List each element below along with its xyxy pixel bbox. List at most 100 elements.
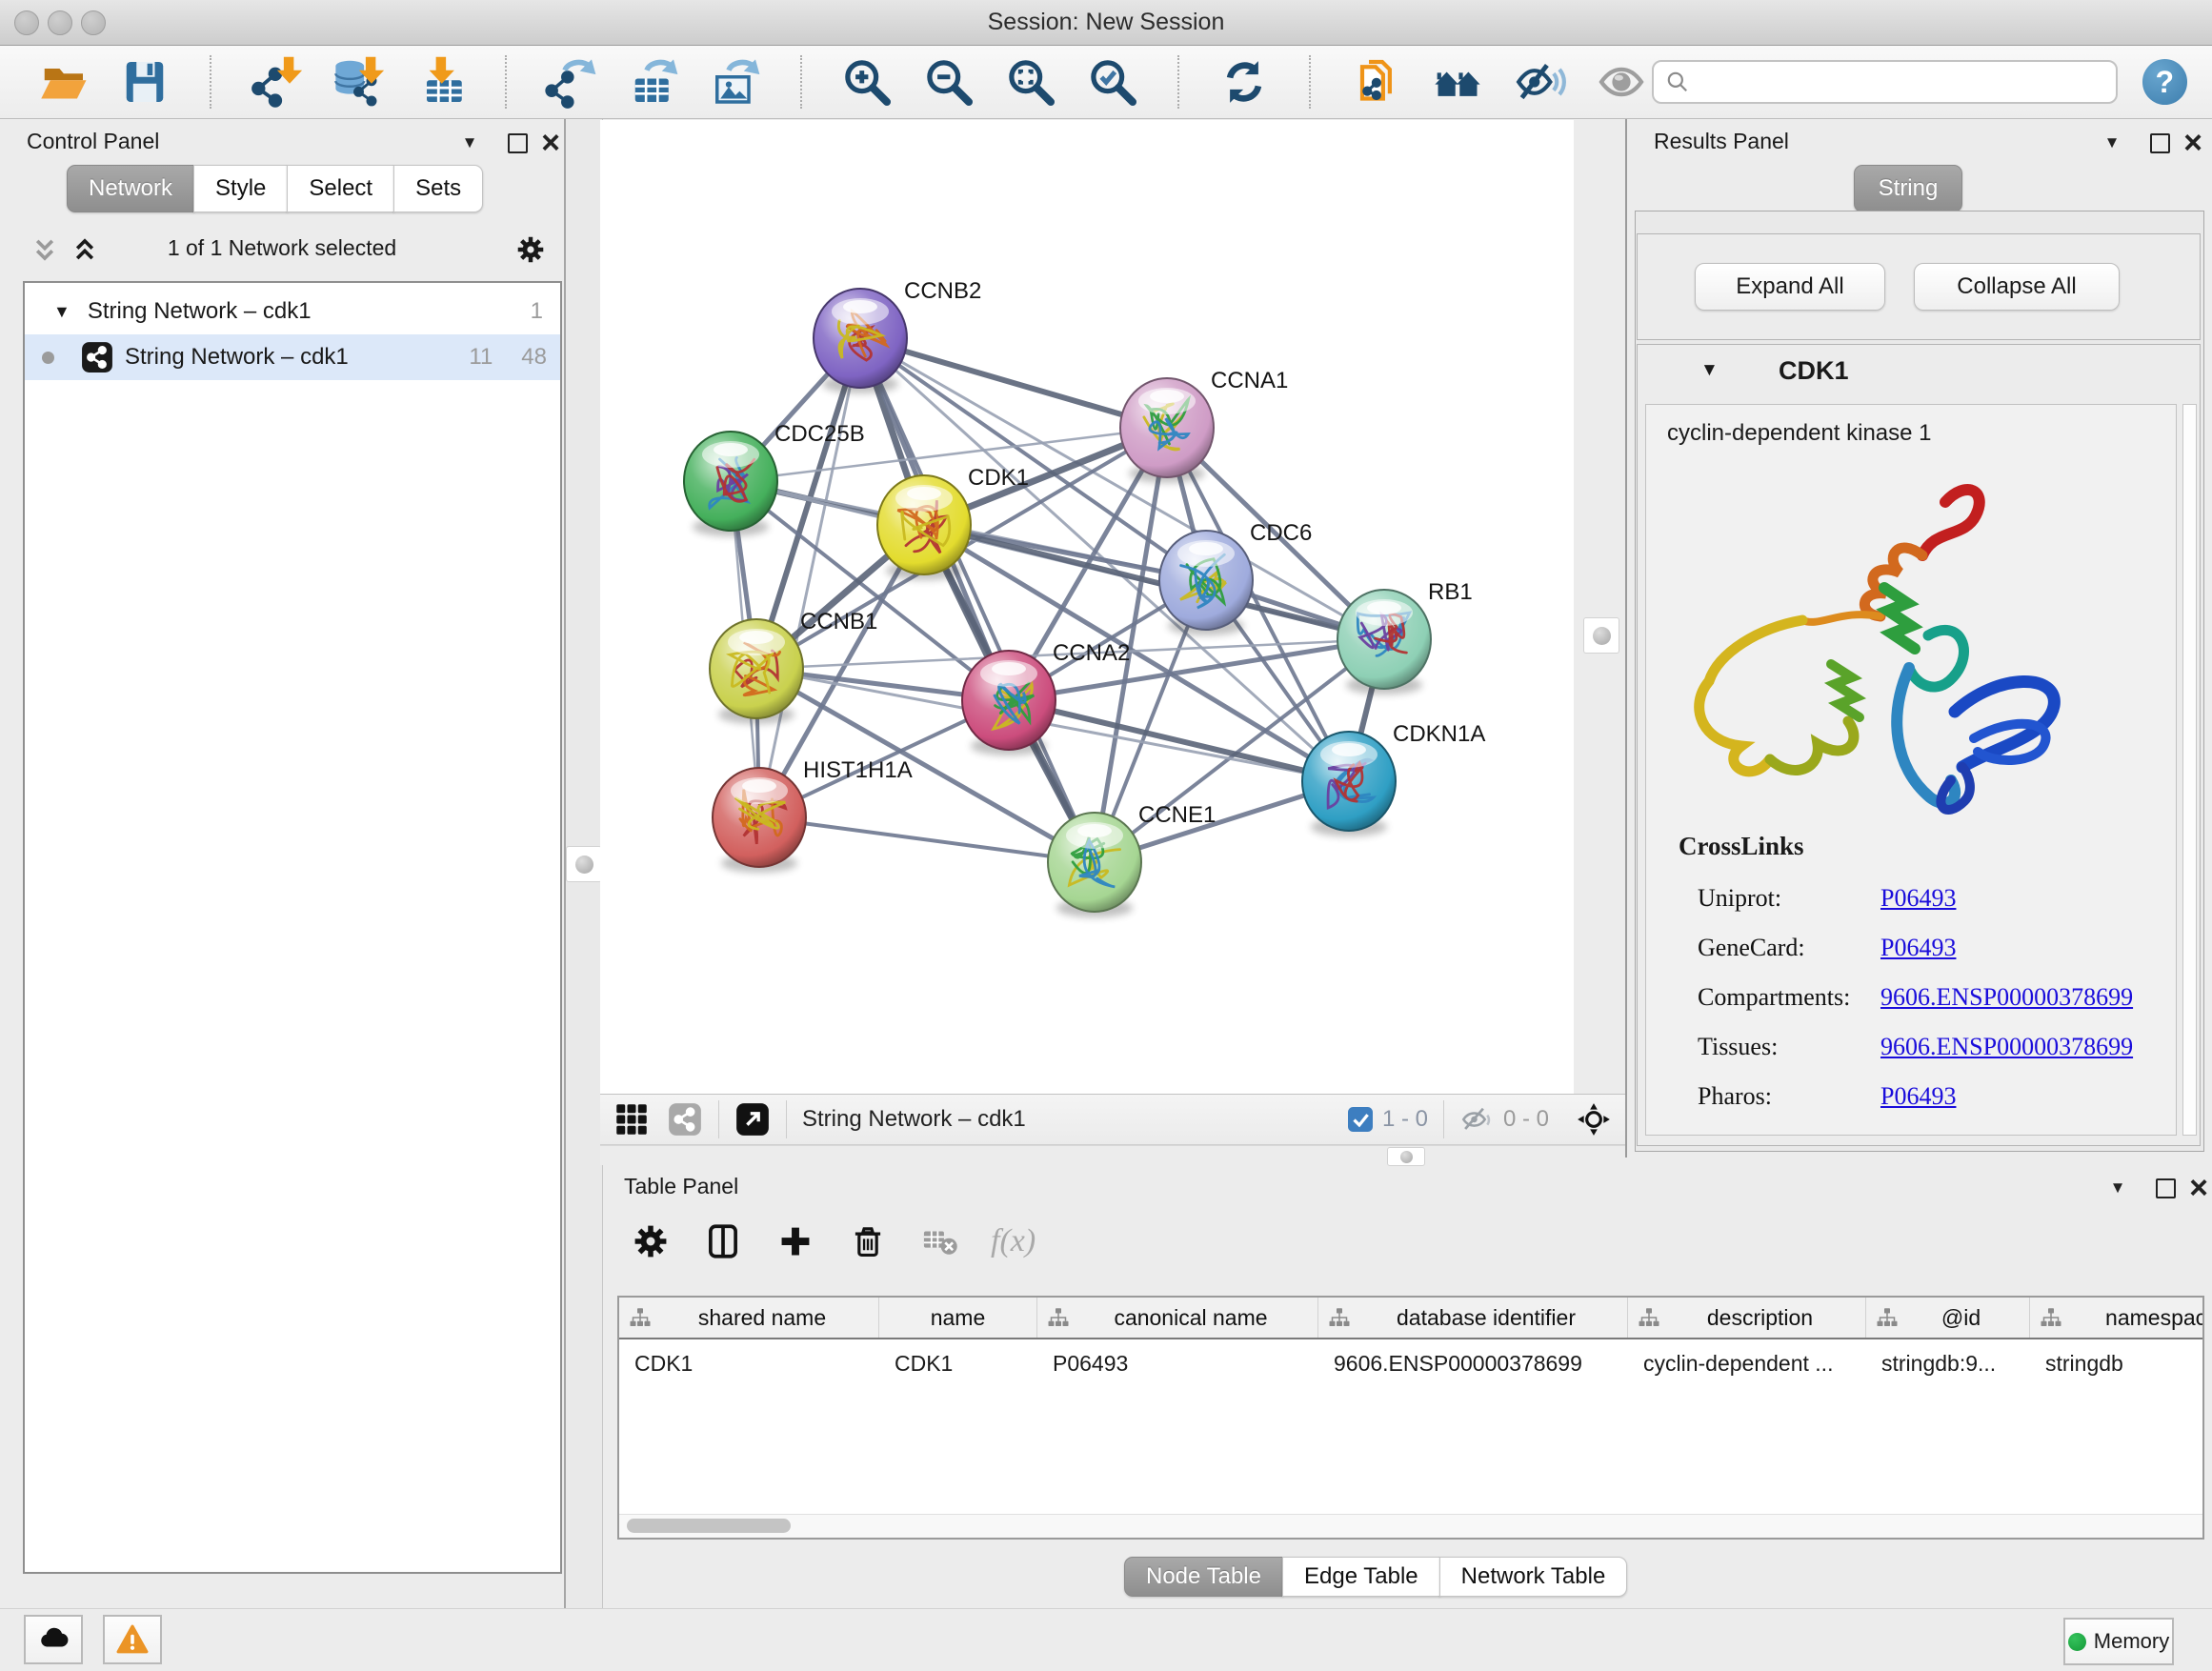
table-cell[interactable]: stringdb:9... xyxy=(1866,1351,2030,1377)
toolbar-button-export-network[interactable] xyxy=(541,51,602,112)
table-cell[interactable]: CDK1 xyxy=(879,1351,1037,1377)
search-input[interactable] xyxy=(1698,68,2104,96)
column-header-shared-name[interactable]: shared name xyxy=(619,1298,879,1338)
gear-icon[interactable] xyxy=(514,233,547,266)
toolbar-button-import-network[interactable] xyxy=(246,51,307,112)
toolbar-button-zoom-in[interactable] xyxy=(836,51,897,112)
crosslink-value-link[interactable]: 9606.ENSP00000378699 xyxy=(1880,1033,2133,1061)
selected-checkbox-icon[interactable] xyxy=(1348,1107,1373,1132)
section-collapse-triangle-icon[interactable]: ▼ xyxy=(1700,360,1719,381)
table-cell[interactable]: stringdb xyxy=(2030,1351,2204,1377)
toolbar-button-import-database[interactable] xyxy=(328,51,389,112)
scrollbar-thumb[interactable] xyxy=(627,1519,791,1533)
memory-button[interactable]: Memory xyxy=(2063,1618,2174,1665)
toolbar-button-zoom-fit[interactable] xyxy=(1000,51,1061,112)
toolbar-button-refresh[interactable] xyxy=(1214,51,1275,112)
toolbar-button-zoom-selected[interactable] xyxy=(1082,51,1143,112)
selected-count: 1 - 0 xyxy=(1382,1106,1428,1133)
cloud-button[interactable] xyxy=(24,1615,83,1664)
network-node-CDC6[interactable] xyxy=(1159,531,1253,635)
birdseye-grid-icon[interactable] xyxy=(613,1101,650,1137)
panel-close-icon[interactable]: × xyxy=(2186,1176,2211,1200)
column-header-description[interactable]: description xyxy=(1628,1298,1866,1338)
table-cell[interactable]: CDK1 xyxy=(619,1351,879,1377)
collapse-triangle-icon[interactable]: ▼ xyxy=(53,302,70,322)
open-in-window-icon[interactable] xyxy=(734,1101,771,1137)
toolbar-button-import-table[interactable] xyxy=(410,51,471,112)
panel-float-icon[interactable] xyxy=(2147,131,2172,155)
horizontal-splitter-handle[interactable] xyxy=(1387,1147,1425,1166)
help-button[interactable]: ? xyxy=(2142,59,2187,105)
column-header--id[interactable]: @id xyxy=(1866,1298,2030,1338)
fit-content-crosshair-icon[interactable] xyxy=(1576,1101,1612,1137)
toolbar-button-export-image[interactable] xyxy=(705,51,766,112)
table-toolbar-columns-button[interactable] xyxy=(701,1219,745,1263)
warning-button[interactable] xyxy=(103,1615,162,1664)
tab-style[interactable]: Style xyxy=(193,165,288,212)
tab-sets[interactable]: Sets xyxy=(393,165,483,212)
collapse-all-button[interactable]: Collapse All xyxy=(1914,263,2120,311)
network-row-selected[interactable]: String Network – cdk1 11 48 xyxy=(25,334,560,380)
panel-menu-icon[interactable]: ▼ xyxy=(2110,1178,2126,1198)
crosslink-value-link[interactable]: P06493 xyxy=(1880,1082,1956,1111)
column-header-namespace[interactable]: namespace xyxy=(2030,1298,2204,1338)
tab-node-table[interactable]: Node Table xyxy=(1124,1557,1283,1597)
network-edge-CCNB2-CCNE1[interactable] xyxy=(860,338,1095,862)
table-cell[interactable]: 9606.ENSP00000378699 xyxy=(1318,1351,1628,1377)
toolbar-button-share-document[interactable] xyxy=(1345,51,1406,112)
crosslink-value-link[interactable]: P06493 xyxy=(1880,934,1956,962)
crosslink-value-link[interactable]: P06493 xyxy=(1880,884,1956,913)
table-cell[interactable]: P06493 xyxy=(1037,1351,1318,1377)
network-node-CDK1[interactable] xyxy=(877,475,971,580)
toolbar-button-save[interactable] xyxy=(114,51,175,112)
search-box[interactable] xyxy=(1652,60,2118,104)
network-node-CCNB1[interactable] xyxy=(710,619,803,724)
panel-float-icon[interactable] xyxy=(505,131,530,155)
network-node-CCNE1[interactable] xyxy=(1048,813,1141,917)
table-toolbar-add-button[interactable] xyxy=(774,1219,817,1263)
toolbar-button-home[interactable] xyxy=(1427,51,1488,112)
network-node-CDKN1A[interactable] xyxy=(1302,732,1396,836)
network-edge-CCNB2-HIST1H1A[interactable] xyxy=(759,338,860,817)
expand-all-button[interactable]: Expand All xyxy=(1695,263,1885,311)
panel-close-icon[interactable]: × xyxy=(2181,131,2205,155)
table-cell[interactable]: cyclin-dependent ... xyxy=(1628,1351,1866,1377)
panel-float-icon[interactable] xyxy=(2153,1176,2178,1200)
tab-string[interactable]: String xyxy=(1854,165,1962,212)
network-edge-HIST1H1A-CCNE1[interactable] xyxy=(759,817,1095,862)
toolbar-button-open[interactable] xyxy=(32,51,93,112)
table-row[interactable]: CDK1CDK1P064939606.ENSP00000378699cyclin… xyxy=(619,1339,2202,1387)
tab-network[interactable]: Network xyxy=(67,165,194,212)
table-toolbar-delete-button[interactable] xyxy=(846,1219,890,1263)
network-node-RB1[interactable] xyxy=(1337,590,1431,695)
tab-edge-table[interactable]: Edge Table xyxy=(1282,1557,1440,1597)
right-splitter-handle[interactable] xyxy=(1583,617,1619,654)
network-graph[interactable]: CCNB2CCNA1CDC25BCDK1CDC6RB1CCNB1CCNA2CDK… xyxy=(600,120,1574,1094)
panel-close-icon[interactable]: × xyxy=(538,131,563,155)
table-toolbar-fx-button[interactable]: f(x) xyxy=(991,1219,1036,1263)
tab-network-table[interactable]: Network Table xyxy=(1439,1557,1628,1597)
tab-select[interactable]: Select xyxy=(287,165,394,212)
toolbar-button-export-table[interactable] xyxy=(623,51,684,112)
network-node-CCNA1[interactable] xyxy=(1120,378,1214,483)
toolbar-button-hide-selected[interactable] xyxy=(1509,51,1570,112)
column-header-canonical-name[interactable]: canonical name xyxy=(1037,1298,1318,1338)
network-overview-icon[interactable] xyxy=(667,1101,703,1137)
left-splitter-handle[interactable] xyxy=(566,846,602,882)
toolbar-button-show-preview[interactable] xyxy=(1591,51,1652,112)
toolbar-button-zoom-out[interactable] xyxy=(918,51,979,112)
network-node-HIST1H1A[interactable] xyxy=(713,768,806,873)
results-scrollbar[interactable] xyxy=(2182,404,2197,1136)
network-node-CDC25B[interactable] xyxy=(684,432,777,536)
table-toolbar-delete-table-button[interactable] xyxy=(918,1219,962,1263)
panel-menu-icon[interactable]: ▼ xyxy=(2104,133,2121,152)
crosslink-value-link[interactable]: 9606.ENSP00000378699 xyxy=(1880,983,2133,1012)
table-horizontal-scrollbar[interactable] xyxy=(619,1514,2202,1538)
network-view-canvas[interactable]: CCNB2CCNA1CDC25BCDK1CDC6RB1CCNB1CCNA2CDK… xyxy=(600,120,1574,1094)
column-header-database-identifier[interactable]: database identifier xyxy=(1318,1298,1628,1338)
table-toolbar-settings-button[interactable] xyxy=(629,1219,673,1263)
column-header-name[interactable]: name xyxy=(879,1298,1037,1338)
panel-menu-icon[interactable]: ▼ xyxy=(462,133,478,152)
network-collection-row[interactable]: ▼ String Network – cdk1 1 xyxy=(25,289,560,334)
hidden-eye-icon[interactable] xyxy=(1459,1105,1494,1134)
